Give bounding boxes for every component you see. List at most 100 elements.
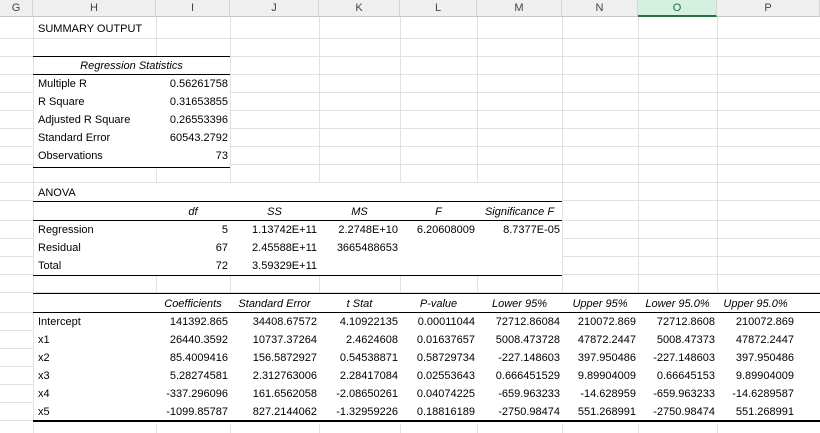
coef-row-label[interactable]: x4 bbox=[38, 385, 50, 403]
stat-label[interactable]: Multiple R bbox=[38, 75, 87, 93]
column-header-i[interactable]: I bbox=[156, 0, 230, 17]
anova-header-f[interactable]: F bbox=[400, 203, 477, 221]
anova-row-label[interactable]: Residual bbox=[38, 239, 81, 257]
coef-value[interactable]: -227.148603 bbox=[638, 349, 715, 367]
regression-statistics-title[interactable]: Regression Statistics bbox=[33, 57, 230, 75]
column-header-o[interactable]: O bbox=[638, 0, 717, 17]
coef-header-lower-95[interactable]: Lower 95% bbox=[477, 295, 562, 313]
column-header-k[interactable]: K bbox=[319, 0, 400, 17]
coef-value[interactable]: 72712.8608 bbox=[638, 313, 715, 331]
coef-value[interactable]: 0.66645153 bbox=[638, 367, 715, 385]
column-header-m[interactable]: M bbox=[477, 0, 562, 17]
coef-header-t-stat[interactable]: t Stat bbox=[319, 295, 400, 313]
coef-value[interactable]: 0.18816189 bbox=[400, 403, 475, 421]
coef-value[interactable]: 0.54538871 bbox=[319, 349, 398, 367]
anova-ss[interactable]: 2.45588E+11 bbox=[230, 239, 317, 257]
coef-value[interactable]: 2.312763006 bbox=[230, 367, 317, 385]
coef-value[interactable]: -1.32959226 bbox=[319, 403, 398, 421]
coef-value[interactable]: -227.148603 bbox=[477, 349, 560, 367]
coef-row-label[interactable]: x5 bbox=[38, 403, 50, 421]
coef-value[interactable]: 5.28274581 bbox=[156, 367, 228, 385]
coef-value[interactable]: -337.296096 bbox=[156, 385, 228, 403]
coef-value[interactable]: 26440.3592 bbox=[156, 331, 228, 349]
coef-value[interactable]: -2750.98474 bbox=[638, 403, 715, 421]
coef-value[interactable]: 9.89904009 bbox=[562, 367, 636, 385]
coef-value[interactable]: 0.01637657 bbox=[400, 331, 475, 349]
anova-df[interactable]: 5 bbox=[156, 221, 228, 239]
coef-value[interactable]: -1099.85787 bbox=[156, 403, 228, 421]
anova-header-ms[interactable]: MS bbox=[319, 203, 400, 221]
coef-value[interactable]: 72712.86084 bbox=[477, 313, 560, 331]
coef-header-coefficients[interactable]: Coefficients bbox=[156, 295, 230, 313]
spreadsheet-grid[interactable]: G H I J K L M N O P SUMMARY OUTPUT Regre… bbox=[0, 0, 820, 433]
stat-label[interactable]: Standard Error bbox=[38, 129, 110, 147]
coef-value[interactable]: 5008.47373 bbox=[638, 331, 715, 349]
coef-value[interactable]: 156.5872927 bbox=[230, 349, 317, 367]
column-header-n[interactable]: N bbox=[562, 0, 638, 17]
coef-value[interactable]: 10737.37264 bbox=[230, 331, 317, 349]
anova-df[interactable]: 67 bbox=[156, 239, 228, 257]
coef-header-lower-95-0[interactable]: Lower 95.0% bbox=[638, 295, 717, 313]
stat-value[interactable]: 73 bbox=[156, 147, 228, 165]
coef-value[interactable]: 397.950486 bbox=[562, 349, 636, 367]
coef-value[interactable]: 210072.869 bbox=[562, 313, 636, 331]
summary-title[interactable]: SUMMARY OUTPUT bbox=[38, 20, 142, 38]
anova-title[interactable]: ANOVA bbox=[38, 184, 76, 202]
anova-f[interactable]: 6.20608009 bbox=[400, 221, 475, 239]
anova-ms[interactable]: 2.2748E+10 bbox=[319, 221, 398, 239]
coef-row-label[interactable]: Intercept bbox=[38, 313, 81, 331]
stat-value[interactable]: 60543.2792 bbox=[156, 129, 228, 147]
coef-value[interactable]: -659.963233 bbox=[477, 385, 560, 403]
stat-value[interactable]: 0.26553396 bbox=[156, 111, 228, 129]
column-header-l[interactable]: L bbox=[400, 0, 477, 17]
coef-value[interactable]: 47872.2447 bbox=[717, 331, 794, 349]
column-header-h[interactable]: H bbox=[33, 0, 156, 17]
anova-df[interactable]: 72 bbox=[156, 257, 228, 275]
coef-header-p-value[interactable]: P-value bbox=[400, 295, 477, 313]
coef-value[interactable]: 827.2144062 bbox=[230, 403, 317, 421]
coef-header-standard-error[interactable]: Standard Error bbox=[230, 295, 319, 313]
anova-significance[interactable]: 8.7377E-05 bbox=[477, 221, 560, 239]
stat-label[interactable]: Observations bbox=[38, 147, 103, 165]
coef-value[interactable]: -14.628959 bbox=[562, 385, 636, 403]
anova-header-ss[interactable]: SS bbox=[230, 203, 319, 221]
coef-row-label[interactable]: x2 bbox=[38, 349, 50, 367]
coef-value[interactable]: 4.10922135 bbox=[319, 313, 398, 331]
coef-value[interactable]: 85.4009416 bbox=[156, 349, 228, 367]
column-header-p[interactable]: P bbox=[717, 0, 820, 17]
coef-value[interactable]: 0.02553643 bbox=[400, 367, 475, 385]
coef-value[interactable]: 161.6562058 bbox=[230, 385, 317, 403]
coef-value[interactable]: 2.28417084 bbox=[319, 367, 398, 385]
coef-value[interactable]: -2.08650261 bbox=[319, 385, 398, 403]
coef-value[interactable]: -2750.98474 bbox=[477, 403, 560, 421]
anova-ss[interactable]: 1.13742E+11 bbox=[230, 221, 317, 239]
coef-value[interactable]: 0.666451529 bbox=[477, 367, 560, 385]
coef-value[interactable]: 551.268991 bbox=[562, 403, 636, 421]
coef-value[interactable]: 34408.67572 bbox=[230, 313, 317, 331]
coef-value[interactable]: 141392.865 bbox=[156, 313, 228, 331]
anova-header-df[interactable]: df bbox=[156, 203, 230, 221]
stat-label[interactable]: R Square bbox=[38, 93, 84, 111]
anova-ss[interactable]: 3.59329E+11 bbox=[230, 257, 317, 275]
column-header-g[interactable]: G bbox=[0, 0, 33, 17]
anova-header-significance-f[interactable]: Significance F bbox=[477, 203, 562, 221]
coef-header-upper-95[interactable]: Upper 95% bbox=[562, 295, 638, 313]
stat-value[interactable]: 0.31653855 bbox=[156, 93, 228, 111]
stat-value[interactable]: 0.56261758 bbox=[156, 75, 228, 93]
anova-row-label[interactable]: Regression bbox=[38, 221, 94, 239]
coef-value[interactable]: 397.950486 bbox=[717, 349, 794, 367]
coef-value[interactable]: 5008.473728 bbox=[477, 331, 560, 349]
coef-value[interactable]: 9.89904009 bbox=[717, 367, 794, 385]
coef-value[interactable]: 47872.2447 bbox=[562, 331, 636, 349]
coef-value[interactable]: 0.58729734 bbox=[400, 349, 475, 367]
column-header-j[interactable]: J bbox=[230, 0, 319, 17]
coef-value[interactable]: 0.04074225 bbox=[400, 385, 475, 403]
coef-value[interactable]: 551.268991 bbox=[717, 403, 794, 421]
anova-ms[interactable]: 3665488653 bbox=[319, 239, 398, 257]
anova-row-label[interactable]: Total bbox=[38, 257, 61, 275]
coef-value[interactable]: 2.4624608 bbox=[319, 331, 398, 349]
coef-header-upper-95-0[interactable]: Upper 95.0% bbox=[717, 295, 794, 313]
coef-row-label[interactable]: x1 bbox=[38, 331, 50, 349]
coef-value[interactable]: 0.00011044 bbox=[400, 313, 475, 331]
stat-label[interactable]: Adjusted R Square bbox=[38, 111, 130, 129]
